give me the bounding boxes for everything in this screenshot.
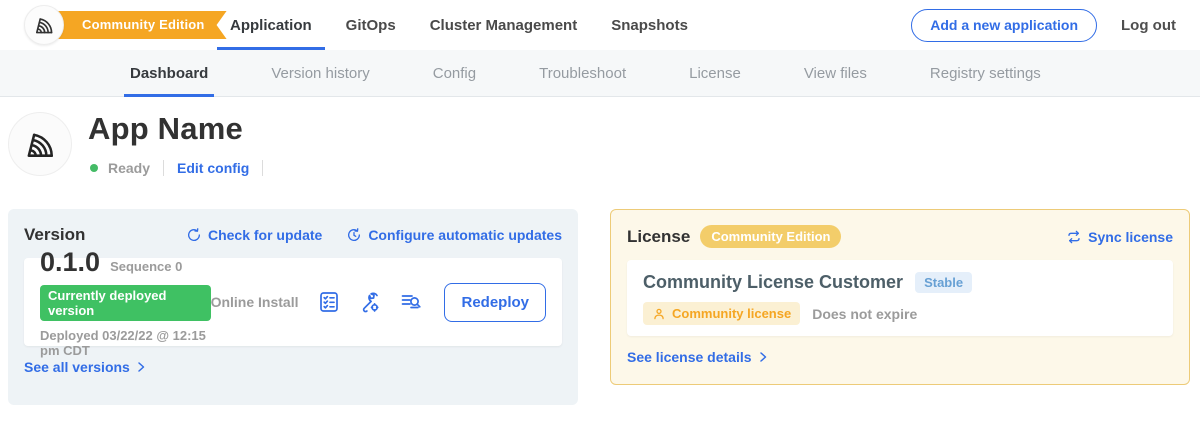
version-number: 0.1.0 (40, 247, 100, 278)
version-actions: Online Install (211, 283, 546, 322)
sequence-label: Sequence 0 (110, 259, 182, 274)
redeploy-button[interactable]: Redeploy (444, 283, 546, 322)
tab-license[interactable]: License (683, 50, 747, 96)
nav-item-cluster-management[interactable]: Cluster Management (417, 0, 591, 50)
top-nav: Community Edition Application GitOps Clu… (0, 0, 1200, 50)
version-card: Version Check for update (8, 209, 578, 405)
sync-license-link[interactable]: Sync license (1066, 229, 1173, 245)
admin-console-dashboard: Community Edition Application GitOps Clu… (0, 0, 1200, 424)
check-for-update-link[interactable]: Check for update (186, 227, 322, 243)
clock-refresh-icon (346, 227, 362, 243)
edit-config-link[interactable]: Edit config (177, 160, 249, 176)
config-wrench-icon[interactable] (357, 289, 383, 315)
license-type-badge: Community license (643, 302, 800, 325)
version-card-title: Version (24, 225, 85, 245)
app-tab-bar: Dashboard Version history Config Trouble… (0, 50, 1200, 97)
preflight-checklist-icon[interactable] (316, 289, 342, 315)
tab-version-history[interactable]: Version history (265, 50, 375, 96)
ready-status-dot-icon (90, 164, 98, 172)
currently-deployed-badge: Currently deployed version (40, 285, 211, 321)
version-header-actions: Check for update Configure automatic upd… (186, 227, 562, 243)
license-card-title: License (627, 227, 690, 247)
add-new-application-button[interactable]: Add a new application (911, 9, 1097, 42)
app-name-title: App Name (88, 111, 243, 147)
view-diff-icon[interactable] (398, 289, 424, 315)
configure-automatic-updates-link[interactable]: Configure automatic updates (346, 227, 562, 243)
dashboard-cards: Version Check for update (0, 209, 1200, 405)
logout-link[interactable]: Log out (1121, 17, 1176, 34)
app-status-row: Ready Edit config (90, 160, 266, 176)
customer-name: Community License Customer (643, 272, 903, 293)
refresh-icon (186, 227, 202, 243)
divider (163, 160, 164, 176)
current-version-panel: 0.1.0 Sequence 0 Currently deployed vers… (24, 258, 562, 346)
top-nav-right: Add a new application Log out (911, 0, 1176, 50)
tab-troubleshoot[interactable]: Troubleshoot (533, 50, 632, 96)
see-all-versions-link[interactable]: See all versions (24, 359, 147, 375)
install-type-label: Online Install (211, 294, 299, 310)
channel-badge: Stable (915, 272, 972, 293)
deployed-timestamp: Deployed 03/22/22 @ 12:15 pm CDT (40, 328, 211, 358)
replicated-logo-icon (24, 5, 64, 45)
license-details-panel: Community License Customer Stable Commun… (627, 260, 1173, 336)
divider (262, 160, 263, 176)
sync-arrows-icon (1066, 229, 1082, 245)
expiration-text: Does not expire (812, 306, 917, 322)
tab-dashboard[interactable]: Dashboard (124, 50, 214, 96)
see-license-details-link[interactable]: See license details (627, 349, 769, 365)
nav-item-gitops[interactable]: GitOps (333, 0, 409, 50)
community-edition-badge: Community Edition (700, 225, 841, 248)
community-edition-ribbon: Community Edition (44, 11, 227, 39)
version-card-header: Version Check for update (24, 225, 562, 245)
tab-view-files[interactable]: View files (798, 50, 873, 96)
app-status-text: Ready (108, 160, 150, 176)
brand: Community Edition (24, 5, 194, 45)
main-nav: Application GitOps Cluster Management Sn… (217, 0, 701, 50)
tab-config[interactable]: Config (427, 50, 482, 96)
nav-item-snapshots[interactable]: Snapshots (598, 0, 701, 50)
chevron-right-icon (757, 351, 769, 363)
tab-registry-settings[interactable]: Registry settings (924, 50, 1047, 96)
person-icon (652, 307, 666, 321)
version-info: 0.1.0 Sequence 0 Currently deployed vers… (40, 247, 211, 358)
license-card: License Community Edition Sync license C… (610, 209, 1190, 385)
app-header: App Name Ready Edit config (0, 97, 1200, 209)
app-logo-icon (8, 112, 72, 176)
chevron-right-icon (135, 361, 147, 373)
license-card-header: License Community Edition Sync license (627, 225, 1173, 248)
nav-item-application[interactable]: Application (217, 0, 325, 50)
